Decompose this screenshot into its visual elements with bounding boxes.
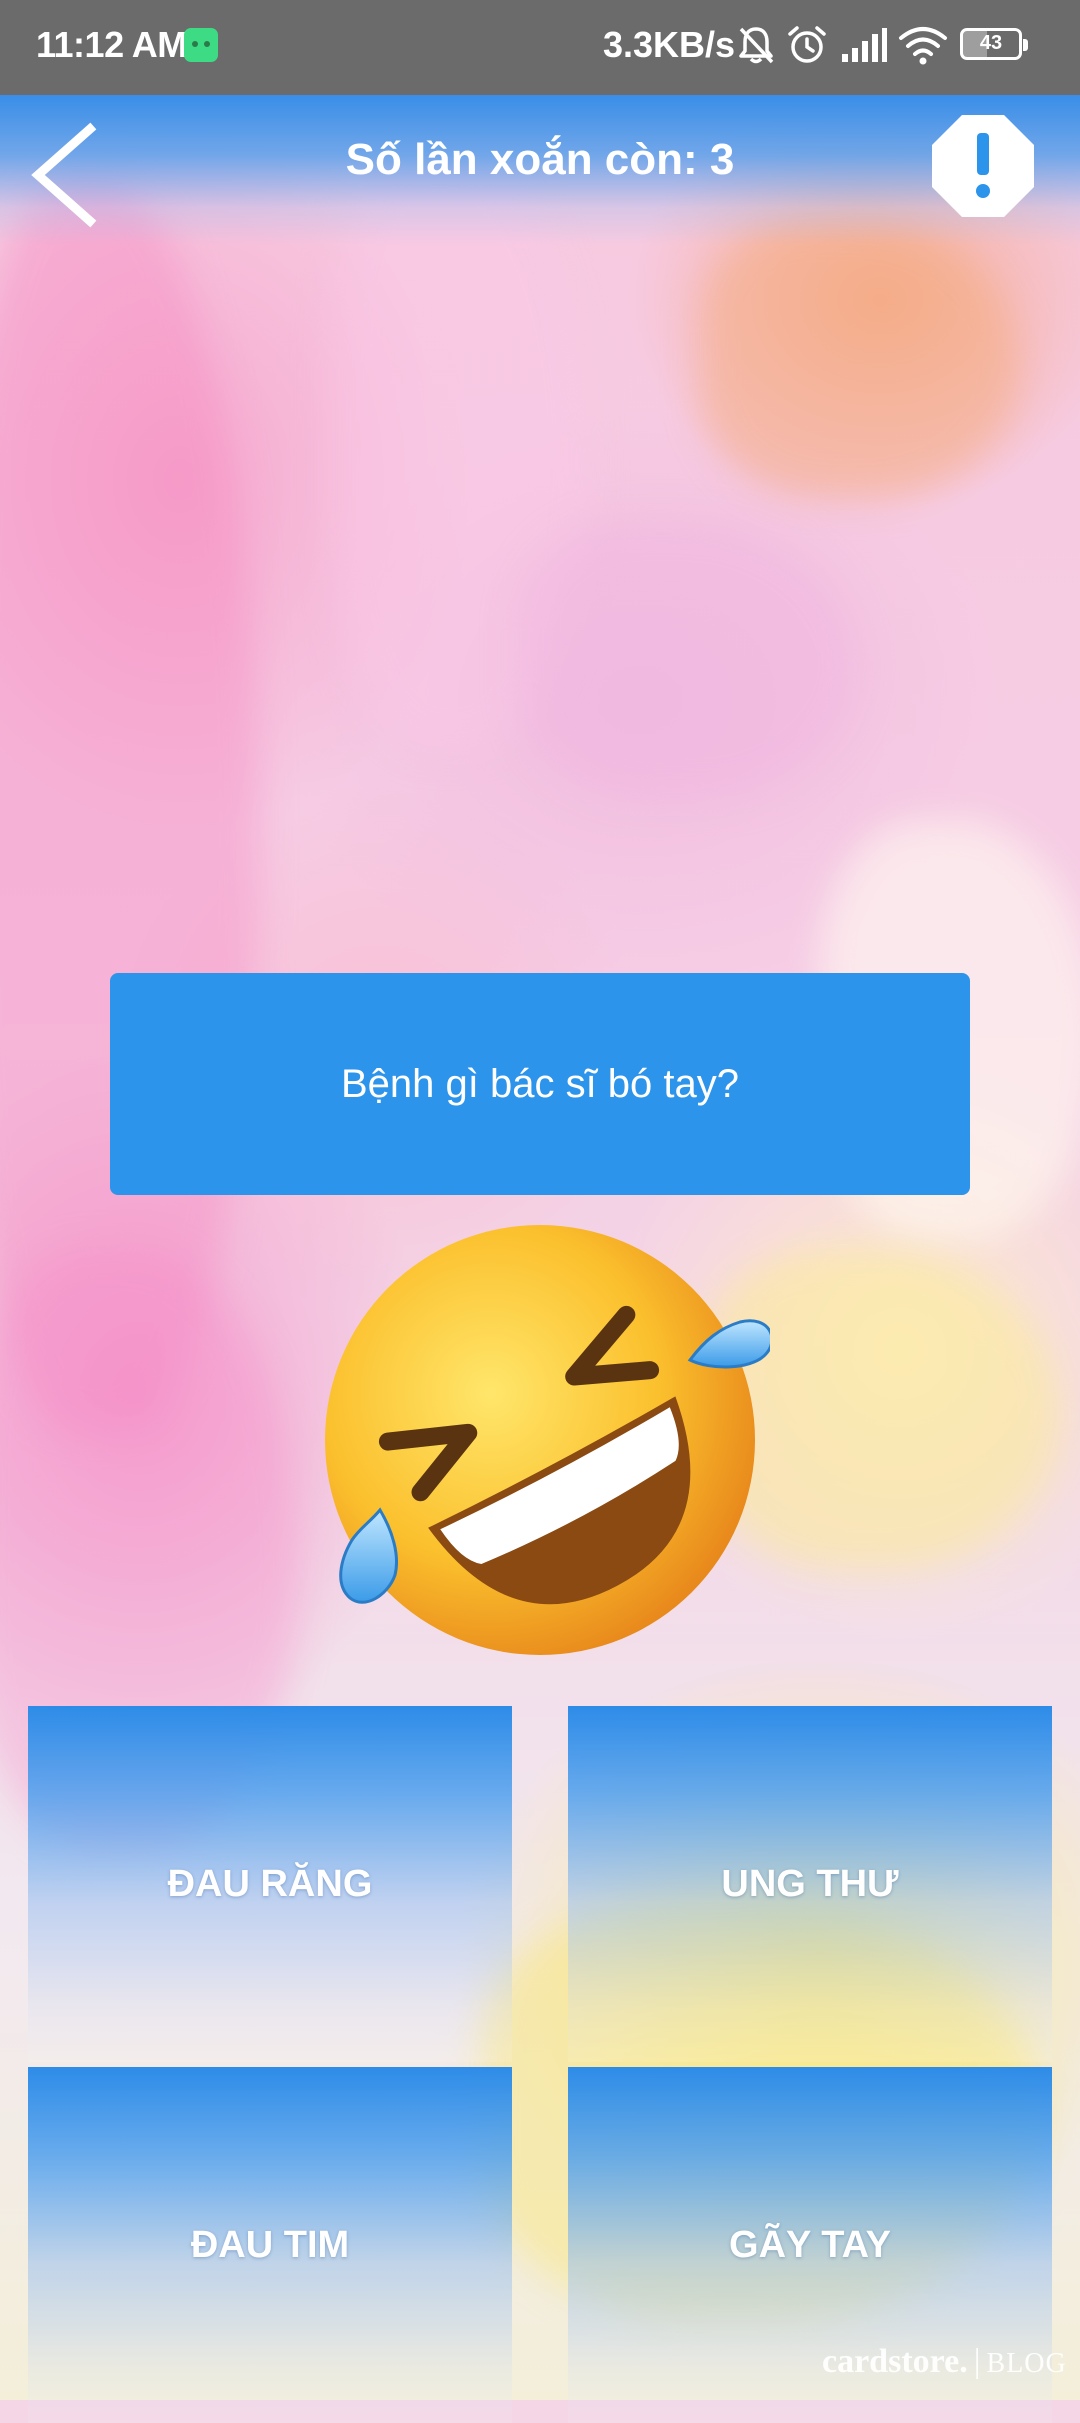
exclamation-octagon-icon (932, 115, 1034, 217)
status-bar: 11:12 AM 3.3KB/s 43 (0, 0, 1080, 95)
answer-label: UNG THƯ (721, 1862, 899, 1905)
question-text: Bệnh gì bác sĩ bó tay? (340, 1061, 740, 1106)
chevron-left-icon (31, 122, 97, 228)
watermark-suffix: BLOG (986, 2348, 1067, 2379)
answer-button-1[interactable]: ĐAU RĂNG (28, 1706, 512, 2062)
network-speed: 3.3KB/s (603, 24, 736, 65)
app-notification-icon (184, 28, 218, 62)
battery-percent: 43 (979, 32, 1003, 54)
report-button[interactable] (928, 111, 1038, 221)
signal-icon (842, 28, 887, 62)
question-card: Bệnh gì bác sĩ bó tay? (110, 973, 970, 1195)
back-button[interactable] (24, 115, 104, 235)
rolling-on-floor-laughing-emoji (325, 1225, 770, 1655)
answer-button-3[interactable]: ĐAU TIM (28, 2067, 512, 2423)
mute-bell-icon (739, 27, 774, 64)
watermark-separator: | (973, 2343, 981, 2380)
alarm-icon (788, 26, 826, 63)
answer-label: ĐAU TIM (190, 2223, 350, 2266)
battery-icon: 43 (960, 28, 1028, 60)
wifi-icon (899, 27, 947, 65)
header-bar: Số lần xoắn còn: 3 (0, 95, 1080, 245)
answer-label: GÃY TAY (729, 2223, 891, 2266)
watermark-brand: cardstore. (822, 2343, 968, 2380)
cardstore-watermark: cardstore. | BLOG (822, 2343, 1067, 2381)
page-title: Số lần xoắn còn: 3 (345, 135, 735, 184)
answer-button-2[interactable]: UNG THƯ (568, 1706, 1052, 2062)
status-time: 11:12 AM (36, 24, 187, 65)
answer-label: ĐAU RĂNG (167, 1862, 373, 1905)
